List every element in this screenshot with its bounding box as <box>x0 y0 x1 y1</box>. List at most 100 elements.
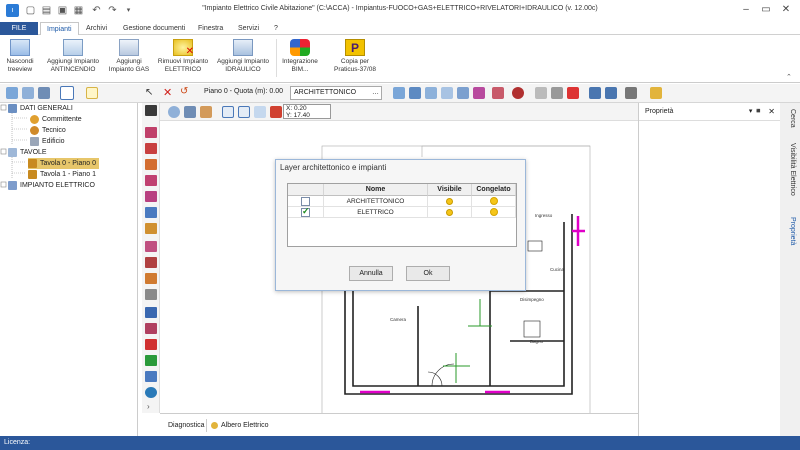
zoom-extents-icon[interactable] <box>457 87 469 99</box>
add-water-system-button[interactable]: Aggiungi Impianto IDRAULICO <box>214 35 272 83</box>
row-frozen[interactable] <box>472 207 516 218</box>
collapse-ribbon-icon[interactable]: ⌃ <box>786 73 792 81</box>
tree-nav-icon[interactable] <box>6 87 18 99</box>
wall-tool-icon[interactable] <box>145 127 157 138</box>
tab-file[interactable]: FILE <box>0 22 38 35</box>
ok-button[interactable]: Ok <box>406 266 450 281</box>
close-button[interactable]: ✕ <box>776 3 796 17</box>
chart-icon[interactable] <box>535 87 547 99</box>
checkbox-unchecked[interactable] <box>301 197 310 206</box>
snap-icon[interactable] <box>492 87 504 99</box>
sun-icon[interactable] <box>489 197 498 205</box>
undo-delete-icon[interactable]: ↺ <box>180 86 188 97</box>
tree-item-committente[interactable]: Committente <box>30 114 82 125</box>
brush-icon[interactable] <box>200 106 212 118</box>
connect-tool-icon[interactable] <box>145 355 157 366</box>
water-pipe-icon <box>233 39 253 56</box>
save-drawing-icon[interactable] <box>589 87 601 99</box>
layer-tool-icon[interactable] <box>393 87 405 99</box>
layer-select[interactable]: ARCHITETTONICO… <box>290 86 382 100</box>
print-tree-icon[interactable] <box>38 87 50 99</box>
equipment-tool-icon[interactable] <box>145 273 157 284</box>
hide-treeview-button[interactable]: Nascondi treeview <box>0 35 40 83</box>
save-as-icon[interactable] <box>605 87 617 99</box>
select-arrow-icon[interactable]: ↖ <box>145 87 153 98</box>
add-gas-system-button[interactable]: Aggiungi Impianto GAS <box>106 35 152 83</box>
minimize-button[interactable]: – <box>736 3 756 17</box>
tree-item-label: Committente <box>42 116 82 123</box>
properties-tool-icon[interactable] <box>473 87 485 99</box>
door-tool-icon[interactable] <box>145 159 157 170</box>
north-arrow-icon[interactable] <box>145 105 157 116</box>
cancel-button[interactable]: Annulla <box>349 266 393 281</box>
frame-icon[interactable] <box>86 87 98 99</box>
window-tool-icon[interactable] <box>145 175 157 186</box>
measure-tool-icon[interactable] <box>145 371 157 382</box>
delete-icon[interactable]: ✕ <box>163 86 172 99</box>
ribbon-separator <box>276 39 277 77</box>
add-fire-system-button[interactable]: Aggiungi Impianto ANTINCENDIO <box>40 35 106 83</box>
tree-item-tecnico[interactable]: Tecnico <box>30 125 66 136</box>
tab-gestione-documenti[interactable]: Gestione documenti <box>117 22 191 35</box>
tab-impianti[interactable]: Impianti <box>40 22 79 35</box>
vtab-proprieta[interactable]: Proprietà <box>782 217 796 245</box>
zoom-in-icon[interactable] <box>184 106 196 118</box>
ribbon-label: Aggiungi Impianto ANTINCENDIO <box>46 58 100 73</box>
maximize-button[interactable]: ▭ <box>756 3 776 17</box>
layer-tool-2-icon[interactable] <box>409 87 421 99</box>
polar-icon[interactable] <box>238 106 250 118</box>
text-tool-icon[interactable] <box>145 207 157 218</box>
coord-y: Y: 17.40 <box>286 112 310 119</box>
more-tools-chevron-icon[interactable]: › <box>147 402 150 411</box>
zoom-window-icon[interactable] <box>425 87 437 99</box>
line-tool-icon[interactable] <box>145 307 157 318</box>
row-frozen[interactable] <box>472 196 516 207</box>
tree-item-edificio[interactable]: Edificio <box>30 136 65 147</box>
remove-electric-system-button[interactable]: ✕ Rimuovi Impianto ELETTRICO <box>152 35 214 83</box>
light-bulb-icon[interactable] <box>446 198 453 205</box>
move-arrows-icon[interactable] <box>60 86 74 100</box>
block-tool-icon[interactable] <box>145 257 157 268</box>
tab-albero-elettrico[interactable]: Albero Elettrico <box>206 419 272 432</box>
sun-icon[interactable] <box>489 208 498 216</box>
dimension-tool-icon[interactable] <box>145 323 157 334</box>
light-bulb-icon[interactable] <box>446 209 453 216</box>
tab-servizi[interactable]: Servizi <box>232 22 265 35</box>
remove-tool-icon[interactable] <box>567 87 579 99</box>
symbol-tool-icon[interactable] <box>145 223 157 234</box>
row-name: ELETTRICO <box>324 207 428 218</box>
trim-tool-icon[interactable] <box>145 339 157 350</box>
row-visible[interactable] <box>428 207 472 218</box>
pan-icon[interactable] <box>441 87 453 99</box>
vtab-cerca[interactable]: Cerca <box>782 109 796 128</box>
bim-integration-button[interactable]: Integrazione BIM... <box>280 35 320 83</box>
options-icon[interactable] <box>512 87 524 99</box>
snap-grid-icon[interactable] <box>254 106 266 118</box>
bim-export-icon[interactable] <box>650 87 662 99</box>
vtab-visibilita-elettrico[interactable]: Visibilità Elettrico <box>782 143 796 196</box>
checkbox-checked[interactable]: ✓ <box>301 206 310 217</box>
panel-close-icon[interactable]: ✕ <box>768 103 775 121</box>
zoom-icon[interactable] <box>168 106 180 118</box>
view-3d-icon[interactable] <box>270 106 282 118</box>
tree-item-tavola-0[interactable]: Tavola 0 - Piano 0 <box>28 158 100 169</box>
stair-tool-icon[interactable] <box>145 191 157 202</box>
table-icon[interactable] <box>551 87 563 99</box>
globe-icon[interactable] <box>145 387 157 398</box>
row-checkbox[interactable]: ✓ <box>288 206 324 218</box>
tab-finestra[interactable]: Finestra <box>192 22 229 35</box>
copy-praticus-button[interactable]: P Copia per Praticus-37/08 <box>326 35 384 83</box>
room-tool-icon[interactable] <box>145 143 157 154</box>
orthogonal-icon[interactable] <box>222 106 234 118</box>
tab-help[interactable]: ? <box>268 22 284 35</box>
row-visible[interactable] <box>428 196 472 207</box>
ribbon: Nascondi treeview Aggiungi Impianto ANTI… <box>0 35 800 83</box>
tab-diagnostica[interactable]: Diagnostica <box>164 419 209 432</box>
pin-icon[interactable]: ▾ ◾ <box>749 103 763 121</box>
layers-icon[interactable] <box>22 87 34 99</box>
hatch-tool-icon[interactable] <box>145 241 157 252</box>
tree-item-tavola-1[interactable]: Tavola 1 - Piano 1 <box>28 169 96 180</box>
tab-archivi[interactable]: Archivi <box>80 22 113 35</box>
wiring-tool-icon[interactable] <box>145 289 157 300</box>
print-icon[interactable] <box>625 87 637 99</box>
